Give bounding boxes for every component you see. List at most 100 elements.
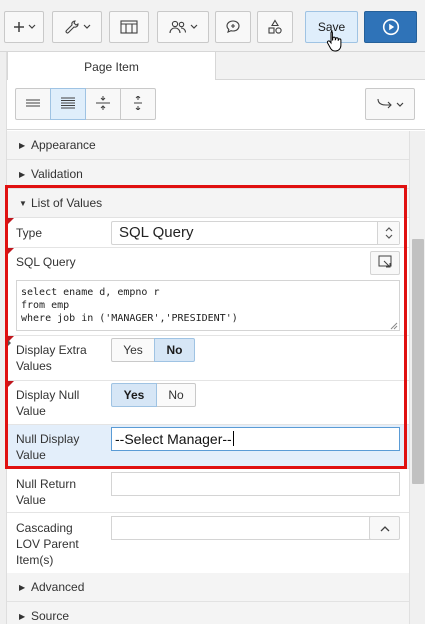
caret-right-icon: ▶ <box>19 611 26 621</box>
group-list-of-values[interactable]: ▼ List of Values <box>7 189 409 218</box>
select-value: SQL Query <box>119 224 194 241</box>
property-label-line-2: Values <box>16 359 52 373</box>
comment-icon <box>225 19 241 35</box>
grid-icon <box>120 20 138 34</box>
property-display-extra-values: Display Extra Values Yes No <box>7 336 409 381</box>
team-development-button[interactable] <box>157 11 209 43</box>
popup-lov-button[interactable] <box>369 516 400 540</box>
group-validation[interactable]: ▶ Validation <box>7 160 409 189</box>
list-icon <box>61 97 75 112</box>
code-line: select ename d, empno r <box>21 287 160 298</box>
null-display-value-input[interactable]: --Select Manager-- <box>111 427 400 451</box>
play-icon <box>382 18 400 36</box>
property-null-display-value: Null Display Value --Select Manager-- <box>7 425 409 469</box>
code-line: where job in ('MANAGER','PRESIDENT') <box>21 313 238 324</box>
property-label-line-1: Null Return <box>16 477 77 491</box>
tab-page-item[interactable]: Page Item <box>7 52 216 81</box>
code-line: from emp <box>21 300 70 311</box>
show-all-button[interactable] <box>50 88 86 120</box>
toggle-yes-button[interactable]: Yes <box>111 338 155 362</box>
toggle-no-button[interactable]: No <box>156 383 196 407</box>
left-gutter <box>0 52 7 624</box>
tab-label: Page Item <box>84 59 139 74</box>
comments-button[interactable] <box>215 11 251 43</box>
wrench-icon <box>64 19 80 35</box>
null-return-value-input[interactable] <box>111 472 400 496</box>
property-label-line-1: Null Display <box>16 432 80 446</box>
group-label: Advanced <box>31 580 85 594</box>
expand-all-button[interactable] <box>120 88 156 120</box>
property-label: Type <box>16 226 43 240</box>
toggle-yes-button[interactable]: Yes <box>111 383 157 407</box>
expand-editor-icon <box>378 255 392 272</box>
collapse-all-button[interactable] <box>85 88 121 120</box>
open-code-editor-button[interactable] <box>370 251 400 275</box>
group-label: Appearance <box>31 138 96 152</box>
chevron-down-icon <box>28 24 36 30</box>
lines-icon <box>26 97 40 111</box>
sql-query-editor[interactable]: select ename d, empno r from emp where job… <box>16 280 400 331</box>
group-advanced[interactable]: ▶ Advanced <box>7 573 409 602</box>
toggle-no-button[interactable]: No <box>154 338 195 362</box>
group-label: List of Values <box>31 196 103 210</box>
property-toolbar <box>7 80 425 130</box>
go-to-group-button[interactable] <box>365 88 415 120</box>
input-value: --Select Manager-- <box>115 431 232 447</box>
chevron-down-icon <box>83 24 91 30</box>
chevron-down-icon <box>190 24 198 30</box>
group-label: Source <box>31 609 70 623</box>
run-page-button[interactable] <box>364 11 417 43</box>
caret-right-icon: ▶ <box>19 582 26 592</box>
property-display-null-value: Display Null Value Yes No <box>7 381 409 425</box>
display-extra-values-toggle: Yes No <box>111 338 195 362</box>
property-label-line-1: Display Null <box>16 388 80 402</box>
current-row-marker <box>7 339 11 347</box>
plus-icon <box>13 21 25 33</box>
property-label-line-3: Item(s) <box>16 553 54 567</box>
toggle-label: No <box>168 388 184 402</box>
required-marker <box>7 381 14 388</box>
type-select[interactable]: SQL Query <box>111 221 400 245</box>
chevron-down-icon <box>396 97 404 111</box>
shapes-icon <box>267 19 283 35</box>
page-designer-panel: Save Page Item ▶ Appearance ▶ Validation… <box>0 0 425 624</box>
property-label-line-2: Value <box>16 404 46 418</box>
collapse-icon <box>96 95 110 113</box>
shapes-button[interactable] <box>257 11 293 43</box>
expand-icon <box>131 94 145 113</box>
users-icon <box>168 20 187 34</box>
utilities-menu-button[interactable] <box>52 11 102 43</box>
property-label-line-2: LOV Parent <box>16 537 79 551</box>
shared-components-button[interactable] <box>109 11 149 43</box>
toggle-label: Yes <box>123 343 143 357</box>
property-label-line-2: Value <box>16 493 46 507</box>
group-appearance[interactable]: ▶ Appearance <box>7 131 409 160</box>
caret-right-icon: ▶ <box>19 169 26 179</box>
property-label: SQL Query <box>16 255 76 269</box>
main-toolbar: Save <box>0 0 425 52</box>
cascading-lov-parent-input[interactable] <box>111 516 371 540</box>
updown-arrows-icon <box>377 222 399 244</box>
group-source[interactable]: ▶ Source <box>7 602 409 624</box>
create-menu-button[interactable] <box>4 11 44 43</box>
show-common-button[interactable] <box>15 88 51 120</box>
vertical-scrollbar[interactable] <box>409 131 425 624</box>
property-label-line-2: Value <box>16 448 46 462</box>
text-caret <box>232 431 234 446</box>
view-mode-group <box>15 88 156 120</box>
required-marker <box>7 218 14 225</box>
property-null-return-value: Null Return Value <box>7 469 409 513</box>
resize-grip-icon[interactable] <box>390 321 398 330</box>
property-label-line-1: Cascading <box>16 521 73 535</box>
caret-down-icon: ▼ <box>19 198 27 208</box>
toggle-label: Yes <box>123 388 145 402</box>
property-cascading-lov-parent: Cascading LOV Parent Item(s) <box>7 513 409 577</box>
display-null-value-toggle: Yes No <box>111 383 196 407</box>
group-label: Validation <box>31 167 83 181</box>
caret-right-icon: ▶ <box>19 140 26 150</box>
toggle-label: No <box>166 343 183 357</box>
scrollbar-thumb[interactable] <box>412 239 424 484</box>
goto-arrow-icon <box>376 97 393 112</box>
property-type: Type SQL Query <box>7 218 409 248</box>
chevron-up-icon <box>380 521 390 535</box>
